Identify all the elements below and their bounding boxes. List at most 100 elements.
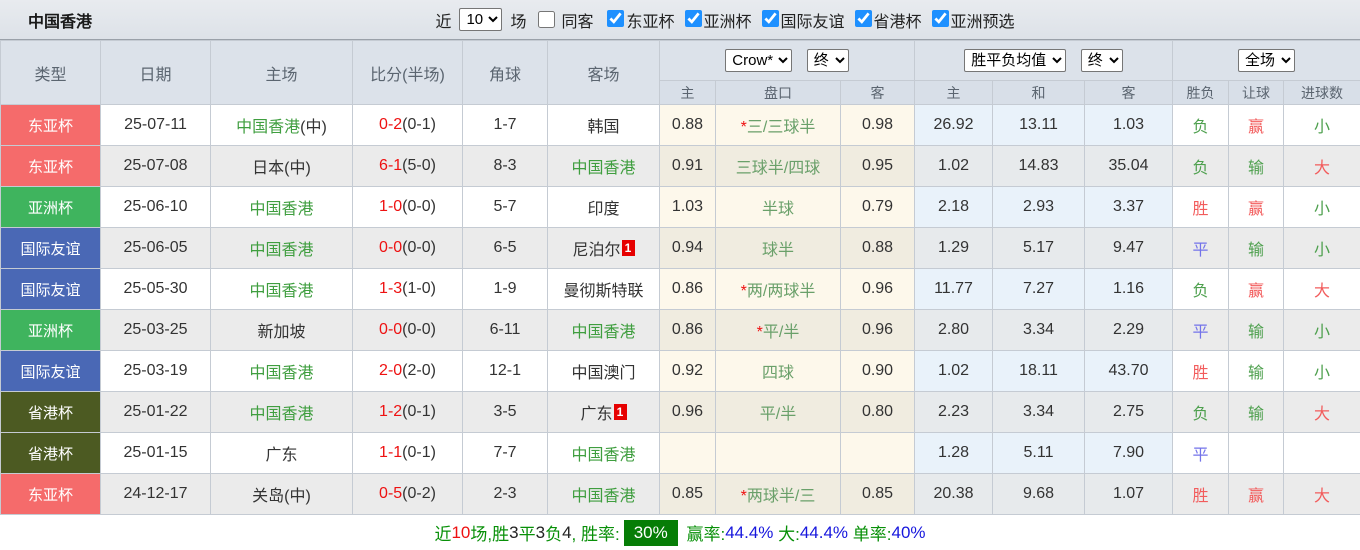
euro-home-odds-cell: 1.28 xyxy=(915,433,993,474)
summary-text: 平 xyxy=(519,520,536,545)
euro-draw-odds-cell: 9.68 xyxy=(993,474,1085,515)
match-row: 亚洲杯25-06-10中国香港1-0(0-0)5-7印度1.03半球0.792.… xyxy=(1,187,1360,228)
euro-time-select[interactable]: 终 xyxy=(1081,49,1123,72)
match-row: 省港杯25-01-15广东1-1(0-1)7-7中国香港1.285.117.90… xyxy=(1,433,1360,474)
handicap-cell: 三球半/四球 xyxy=(716,146,841,187)
handicap-odds-header: Crow* 终 xyxy=(660,41,915,81)
euro-draw-odds-cell: 5.11 xyxy=(993,433,1085,474)
away-team-cell: 尼泊尔1 xyxy=(548,228,660,269)
summary-text: 44.4% xyxy=(800,523,848,543)
same-venue-checkbox[interactable] xyxy=(538,11,555,28)
corner-cell: 3-5 xyxy=(463,392,548,433)
league-type-cell: 亚洲杯 xyxy=(1,310,101,351)
crow-away-odds-cell: 0.96 xyxy=(841,310,915,351)
league-checkbox-2[interactable] xyxy=(762,10,779,27)
euro-home-odds-cell: 2.23 xyxy=(915,392,993,433)
crow-away-odds-cell: 0.79 xyxy=(841,187,915,228)
home-team-cell: 中国香港 xyxy=(211,187,353,228)
euro-draw-odds-cell: 3.34 xyxy=(993,310,1085,351)
home-team-cell: 中国香港(中) xyxy=(211,105,353,146)
wdl-result-cell: 胜 xyxy=(1173,351,1229,392)
away-team-cell: 广东1 xyxy=(548,392,660,433)
crow-away-odds-cell: 0.98 xyxy=(841,105,915,146)
recent-count-select[interactable]: 10 xyxy=(459,8,502,31)
col-header-type: 类型 xyxy=(1,41,101,105)
league-checkbox-3[interactable] xyxy=(855,10,872,27)
league-type-cell: 东亚杯 xyxy=(1,474,101,515)
col-header-score: 比分(半场) xyxy=(353,41,463,105)
col-header-date: 日期 xyxy=(101,41,211,105)
corner-cell: 1-9 xyxy=(463,269,548,310)
crow-home-odds-cell: 0.86 xyxy=(660,269,716,310)
euro-away-odds-cell: 43.70 xyxy=(1085,351,1173,392)
goals-result-cell: 大 xyxy=(1284,269,1360,310)
corner-cell: 6-5 xyxy=(463,228,548,269)
handicap-result-cell: 输 xyxy=(1229,146,1284,187)
euro-home-odds-cell: 1.02 xyxy=(915,146,993,187)
crow-home-odds-cell xyxy=(660,433,716,474)
handicap-cell: 平/半 xyxy=(716,392,841,433)
league-type-cell: 国际友谊 xyxy=(1,269,101,310)
away-team-cell: 中国香港 xyxy=(548,474,660,515)
euro-away-odds-cell: 35.04 xyxy=(1085,146,1173,187)
crow-away-odds-cell: 0.88 xyxy=(841,228,915,269)
league-checkbox-1[interactable] xyxy=(685,10,702,27)
home-team-cell: 中国香港 xyxy=(211,392,353,433)
handicap-cell: *三/三球半 xyxy=(716,105,841,146)
league-checkbox-0[interactable] xyxy=(607,10,624,27)
euro-home-odds-cell: 11.77 xyxy=(915,269,993,310)
league-checkbox-4[interactable] xyxy=(932,10,949,27)
handicap-cell: 四球 xyxy=(716,351,841,392)
same-venue-label: 同客 xyxy=(561,8,593,32)
period-select[interactable]: 全场 xyxy=(1238,49,1295,72)
home-team-cell: 中国香港 xyxy=(211,351,353,392)
euro-odds-select[interactable]: 胜平负均值 xyxy=(964,49,1066,72)
match-row: 东亚杯25-07-11中国香港(中)0-2(0-1)1-7韩国0.88*三/三球… xyxy=(1,105,1360,146)
euro-draw-odds-cell: 7.27 xyxy=(993,269,1085,310)
handicap-result-cell: 赢 xyxy=(1229,187,1284,228)
crow-away-odds-cell: 0.80 xyxy=(841,392,915,433)
match-row: 国际友谊25-06-05中国香港0-0(0-0)6-5尼泊尔10.94球半0.8… xyxy=(1,228,1360,269)
handicap-cell xyxy=(716,433,841,474)
goals-result-cell: 小 xyxy=(1284,310,1360,351)
crow-home-odds-cell: 1.03 xyxy=(660,187,716,228)
handicap-result-cell: 输 xyxy=(1229,351,1284,392)
handicap-result-cell: 赢 xyxy=(1229,269,1284,310)
handicap-result-cell: 赢 xyxy=(1229,474,1284,515)
summary-text: 3 xyxy=(536,523,545,543)
euro-draw-odds-cell: 2.93 xyxy=(993,187,1085,228)
euro-home-odds-cell: 1.29 xyxy=(915,228,993,269)
handicap-time-select[interactable]: 终 xyxy=(807,49,849,72)
date-cell: 25-01-15 xyxy=(101,433,211,474)
date-cell: 25-06-10 xyxy=(101,187,211,228)
recent-label: 近 xyxy=(435,8,451,32)
date-cell: 25-06-05 xyxy=(101,228,211,269)
bookmaker-select[interactable]: Crow* xyxy=(725,49,792,72)
date-cell: 25-01-22 xyxy=(101,392,211,433)
away-team-cell: 中国香港 xyxy=(548,310,660,351)
away-team-cell: 印度 xyxy=(548,187,660,228)
score-cell: 1-3(1-0) xyxy=(353,269,463,310)
euro-away-odds-cell: 1.16 xyxy=(1085,269,1173,310)
goals-result-cell: 大 xyxy=(1284,392,1360,433)
wdl-result-cell: 负 xyxy=(1173,392,1229,433)
away-team-cell: 曼彻斯特联 xyxy=(548,269,660,310)
league-type-cell: 省港杯 xyxy=(1,433,101,474)
wdl-result-cell: 负 xyxy=(1173,105,1229,146)
euro-home-odds-cell: 20.38 xyxy=(915,474,993,515)
home-team-cell: 广东 xyxy=(211,433,353,474)
goals-result-cell: 小 xyxy=(1284,105,1360,146)
league-label-4: 亚洲预选 xyxy=(951,14,1015,31)
euro-home-odds-cell: 2.80 xyxy=(915,310,993,351)
summary-text: 场,胜 xyxy=(470,520,509,545)
euro-draw-odds-cell: 13.11 xyxy=(993,105,1085,146)
score-cell: 0-2(0-1) xyxy=(353,105,463,146)
summary-text: 3 xyxy=(509,523,518,543)
summary-text: 单率: xyxy=(848,520,891,545)
summary-text: 赢率: xyxy=(682,520,725,545)
league-filter-group: 东亚杯亚洲杯国际友谊省港杯亚洲预选 xyxy=(599,8,1016,32)
handicap-cell: 球半 xyxy=(716,228,841,269)
league-type-cell: 亚洲杯 xyxy=(1,187,101,228)
wdl-result-cell: 平 xyxy=(1173,310,1229,351)
euro-away-odds-cell: 2.75 xyxy=(1085,392,1173,433)
